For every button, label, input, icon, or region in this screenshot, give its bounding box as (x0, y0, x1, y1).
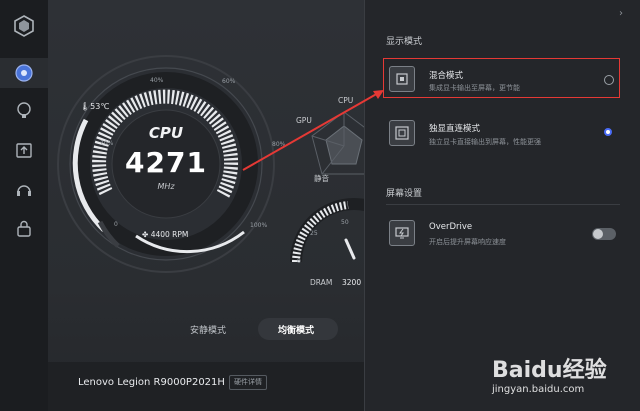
annotation-arrow (242, 90, 384, 171)
watermark-brand: Baidu经验 (492, 358, 607, 383)
watermark-url: jingyan.baidu.com (492, 384, 585, 395)
